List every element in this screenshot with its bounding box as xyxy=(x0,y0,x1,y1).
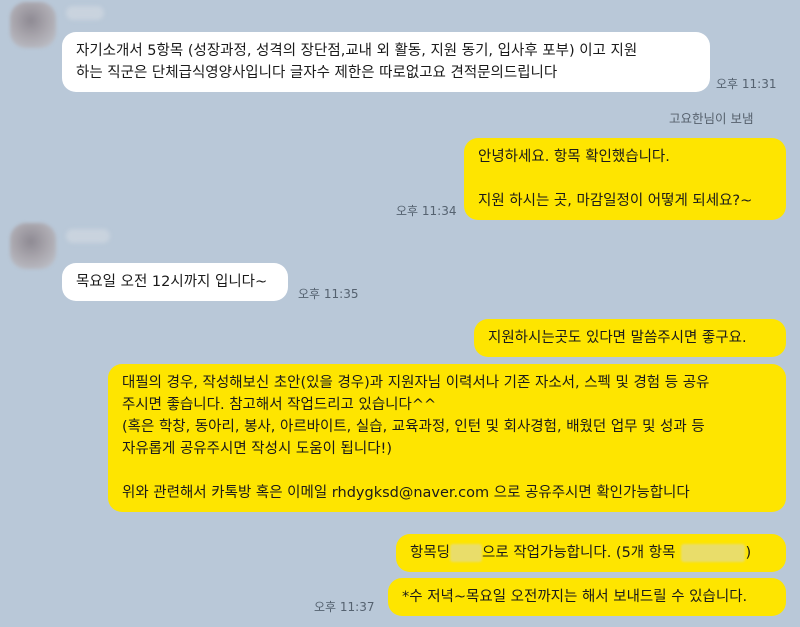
message-text-part: 으로 작업가능합니다. (5개 항목 xyxy=(482,545,676,561)
redacted-text xyxy=(450,544,483,562)
sent-message[interactable]: 지원하시는곳도 있다면 말씀주시면 좋구요. xyxy=(474,319,786,357)
sent-by-note: 고요한님이 보냄 xyxy=(669,111,754,126)
message-time: 오후 11:34 xyxy=(396,204,457,218)
sent-message[interactable]: 대필의 경우, 작성해보신 초안(있을 경우)과 지원자님 이력서나 기존 자소… xyxy=(108,364,786,512)
message-time: 오후 11:37 xyxy=(314,600,375,614)
message-text-part: ) xyxy=(745,545,752,561)
sender-avatar[interactable] xyxy=(10,2,56,48)
message-time: 오후 11:31 xyxy=(716,77,777,91)
sender-name xyxy=(66,229,110,243)
message-text-part: 항목딩 xyxy=(410,545,451,561)
sent-message[interactable]: 항목딩 으로 작업가능합니다. (5개 항목) xyxy=(396,534,786,572)
received-message[interactable]: 자기소개서 5항목 (성장과정, 성격의 장단점,교내 외 활동, 지원 동기,… xyxy=(62,32,710,92)
received-message[interactable]: 목요일 오전 12시까지 입니다~ xyxy=(62,263,288,301)
sent-message[interactable]: 안녕하세요. 항목 확인했습니다. 지원 하시는 곳, 마감일정이 어떻게 되세… xyxy=(464,138,786,220)
sender-name xyxy=(66,6,104,20)
redacted-text xyxy=(681,544,746,562)
sent-message[interactable]: *수 저녁~목요일 오전까지는 해서 보내드릴 수 있습니다. xyxy=(388,578,786,616)
message-time: 오후 11:35 xyxy=(298,287,359,301)
sender-avatar[interactable] xyxy=(10,223,56,269)
